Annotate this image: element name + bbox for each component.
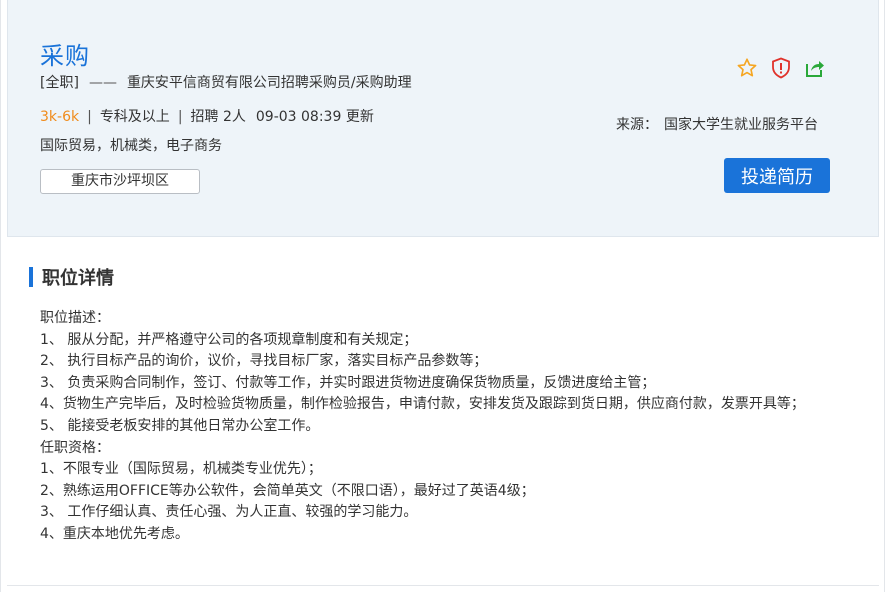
job-company-line: [全职] —— 重庆安平信商贸有限公司招聘采购员/采购助理 bbox=[40, 72, 412, 92]
description-line: 3、 负责采购合同制作，签订、付款等工作，并实时跟进货物进度确保货物质量，反馈进… bbox=[40, 374, 656, 391]
separator: | bbox=[177, 109, 183, 125]
description-line: 3、 工作仔细认真、责任心强、为人正直、较强的学习能力。 bbox=[40, 504, 418, 521]
update-time: 09-03 08:39 更新 bbox=[255, 109, 374, 125]
section-heading-job-detail: 职位详情 bbox=[29, 266, 114, 289]
description-line: 2、 执行目标产品的询价，议价，寻找目标厂家，落实目标产品参数等； bbox=[40, 353, 488, 370]
dash-separator: —— bbox=[88, 75, 117, 91]
action-icons bbox=[736, 57, 826, 79]
star-icon[interactable] bbox=[736, 57, 758, 79]
bottom-divider bbox=[7, 585, 879, 586]
company-job-text[interactable]: 重庆安平信商贸有限公司招聘采购员/采购助理 bbox=[127, 75, 412, 91]
job-detail-page: 采购 [全职] —— 重庆安平信商贸有限公司招聘采购员/采购助理 3k-6k | 专科及… bbox=[0, 0, 885, 592]
description-line: 2、熟练运用OFFICE等办公软件，会简单英文（不限口语），最好过了英语4级； bbox=[40, 482, 535, 499]
description-line: 任职资格： bbox=[40, 439, 110, 456]
heading-accent-bar bbox=[29, 267, 33, 287]
job-summary-line: 3k-6k | 专科及以上 | 招聘 2人 09-03 08:39 更新 bbox=[40, 106, 374, 126]
apply-resume-button[interactable]: 投递简历 bbox=[724, 158, 830, 193]
section-title: 职位详情 bbox=[42, 268, 114, 289]
description-line: 职位描述： bbox=[40, 310, 110, 326]
hiring-count: 招聘 2人 bbox=[190, 109, 246, 125]
report-shield-icon[interactable] bbox=[770, 57, 792, 79]
location-text: 重庆市沙坪坝区 bbox=[71, 173, 169, 189]
share-icon[interactable] bbox=[804, 57, 826, 79]
job-type: [全职] bbox=[40, 75, 79, 91]
description-line: 5、 能接受老板安排的其他日常办公室工作。 bbox=[40, 417, 320, 434]
source-label: 来源： bbox=[616, 117, 658, 133]
location-tag[interactable]: 重庆市沙坪坝区 bbox=[40, 169, 200, 194]
job-description: 职位描述： 1、 服从分配，并严格遵守公司的各项规章制度和有关规定； 2、 执行… bbox=[40, 308, 870, 546]
description-line: 1、 服从分配，并严格遵守公司的各项规章制度和有关规定； bbox=[40, 331, 418, 348]
salary-range: 3k-6k bbox=[40, 109, 80, 125]
job-header-card: 采购 [全职] —— 重庆安平信商贸有限公司招聘采购员/采购助理 3k-6k | 专科及… bbox=[7, 0, 879, 237]
education-requirement: 专科及以上 bbox=[99, 109, 170, 125]
job-source: 来源： 国家大学生就业服务平台 bbox=[616, 114, 818, 134]
separator: | bbox=[87, 109, 92, 125]
source-value: 国家大学生就业服务平台 bbox=[664, 117, 818, 133]
description-line: 1、不限专业（国际贸易，机械类专业优先）； bbox=[40, 461, 322, 478]
description-line: 4、重庆本地优先考虑。 bbox=[40, 525, 189, 542]
job-title: 采购 bbox=[40, 42, 90, 70]
description-line: 4、货物生产完毕后，及时检验货物质量，制作检验报告，申请付款，安排发货及跟踪到货… bbox=[40, 396, 805, 413]
job-category-tags: 国际贸易，机械类，电子商务 bbox=[40, 138, 222, 154]
